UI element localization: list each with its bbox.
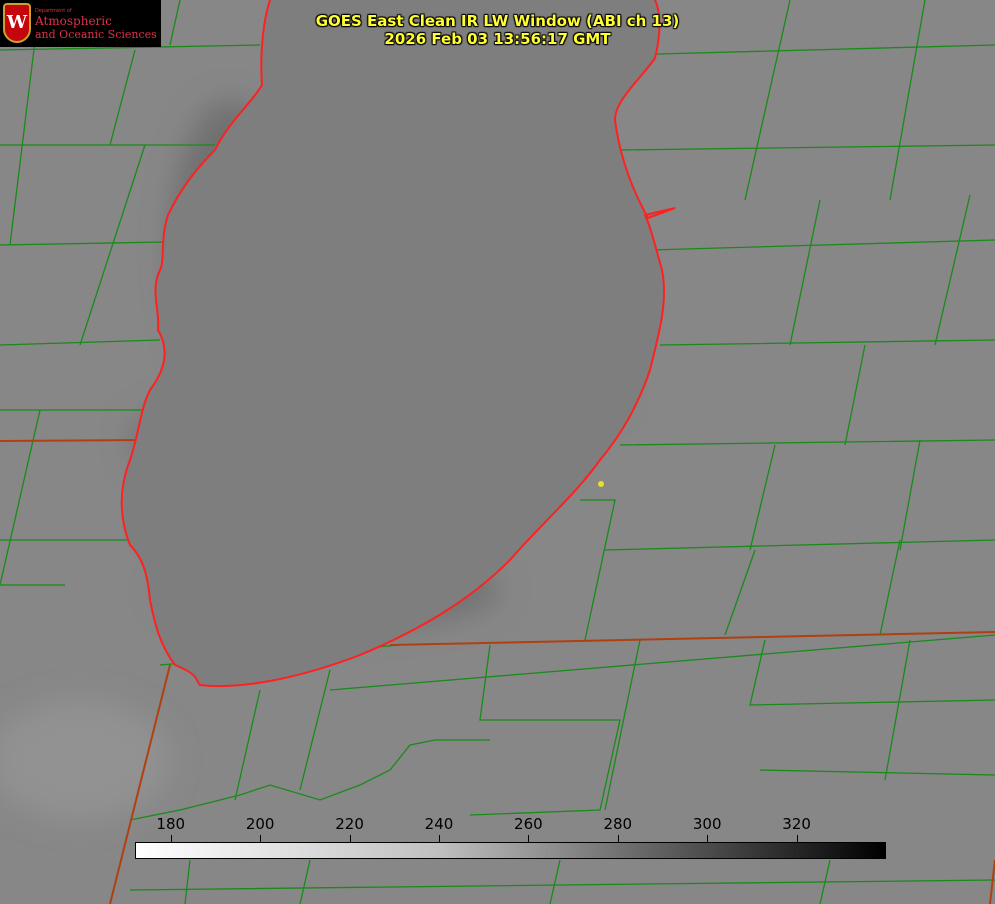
colorbar-tick-label: 240 (424, 815, 454, 833)
colorbar-tick-mark (796, 835, 798, 842)
image-title: GOES East Clean IR LW Window (ABI ch 13) (315, 12, 680, 30)
colorbar-tick-mark (170, 835, 172, 842)
colorbar-tick-mark (528, 835, 530, 842)
colorbar-tick-label: 180 (156, 815, 186, 833)
colorbar-tick-mark (707, 835, 709, 842)
colorbar-tick-label: 320 (782, 815, 811, 833)
colorbar-tick-mark (260, 835, 262, 842)
colorbar-tick-label: 280 (603, 815, 633, 833)
colorbar-tick-mark (438, 835, 440, 842)
colorbar-tick-label: 220 (335, 815, 364, 833)
colorbar-tick-mark (617, 835, 619, 842)
colorbar-tick-label: 260 (514, 815, 543, 833)
satellite-image-viewer: W Department of Atmospheric and Oceanic … (0, 0, 995, 904)
satellite-map (0, 0, 995, 904)
colorbar-tick-label: 300 (692, 815, 722, 833)
temperature-colorbar (135, 842, 886, 859)
image-timestamp: 2026 Feb 03 13:56:17 GMT (384, 30, 611, 48)
colorbar-tick-mark (349, 835, 351, 842)
colorbar-tick-label: 200 (245, 815, 275, 833)
location-marker (598, 481, 604, 487)
